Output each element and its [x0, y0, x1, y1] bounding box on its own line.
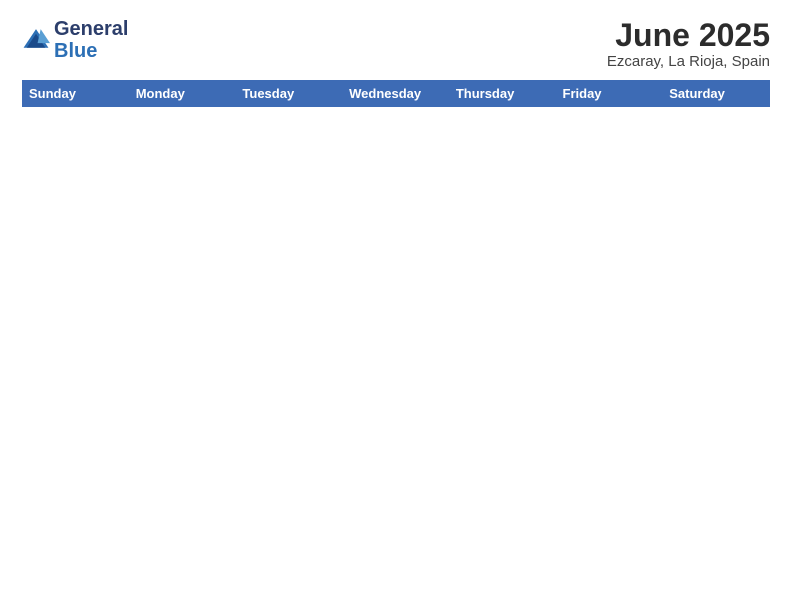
logo-icon	[22, 26, 50, 54]
logo-general-text: General	[54, 18, 128, 40]
calendar-table: Sunday Monday Tuesday Wednesday Thursday…	[22, 80, 770, 107]
header-area: General Blue June 2025 Ezcaray, La Rioja…	[22, 18, 770, 70]
col-friday: Friday	[556, 81, 663, 107]
logo-blue-text: Blue	[54, 40, 97, 62]
col-tuesday: Tuesday	[236, 81, 343, 107]
title-block: June 2025 Ezcaray, La Rioja, Spain	[607, 18, 770, 70]
col-wednesday: Wednesday	[343, 81, 450, 107]
col-sunday: Sunday	[23, 81, 130, 107]
location: Ezcaray, La Rioja, Spain	[607, 53, 770, 70]
calendar-header-row: Sunday Monday Tuesday Wednesday Thursday…	[23, 81, 770, 107]
col-thursday: Thursday	[449, 81, 556, 107]
logo: General Blue	[22, 18, 128, 62]
month-year: June 2025	[607, 18, 770, 53]
logo-text: General Blue	[54, 18, 128, 62]
col-monday: Monday	[129, 81, 236, 107]
page: General Blue June 2025 Ezcaray, La Rioja…	[0, 0, 792, 612]
col-saturday: Saturday	[663, 81, 770, 107]
